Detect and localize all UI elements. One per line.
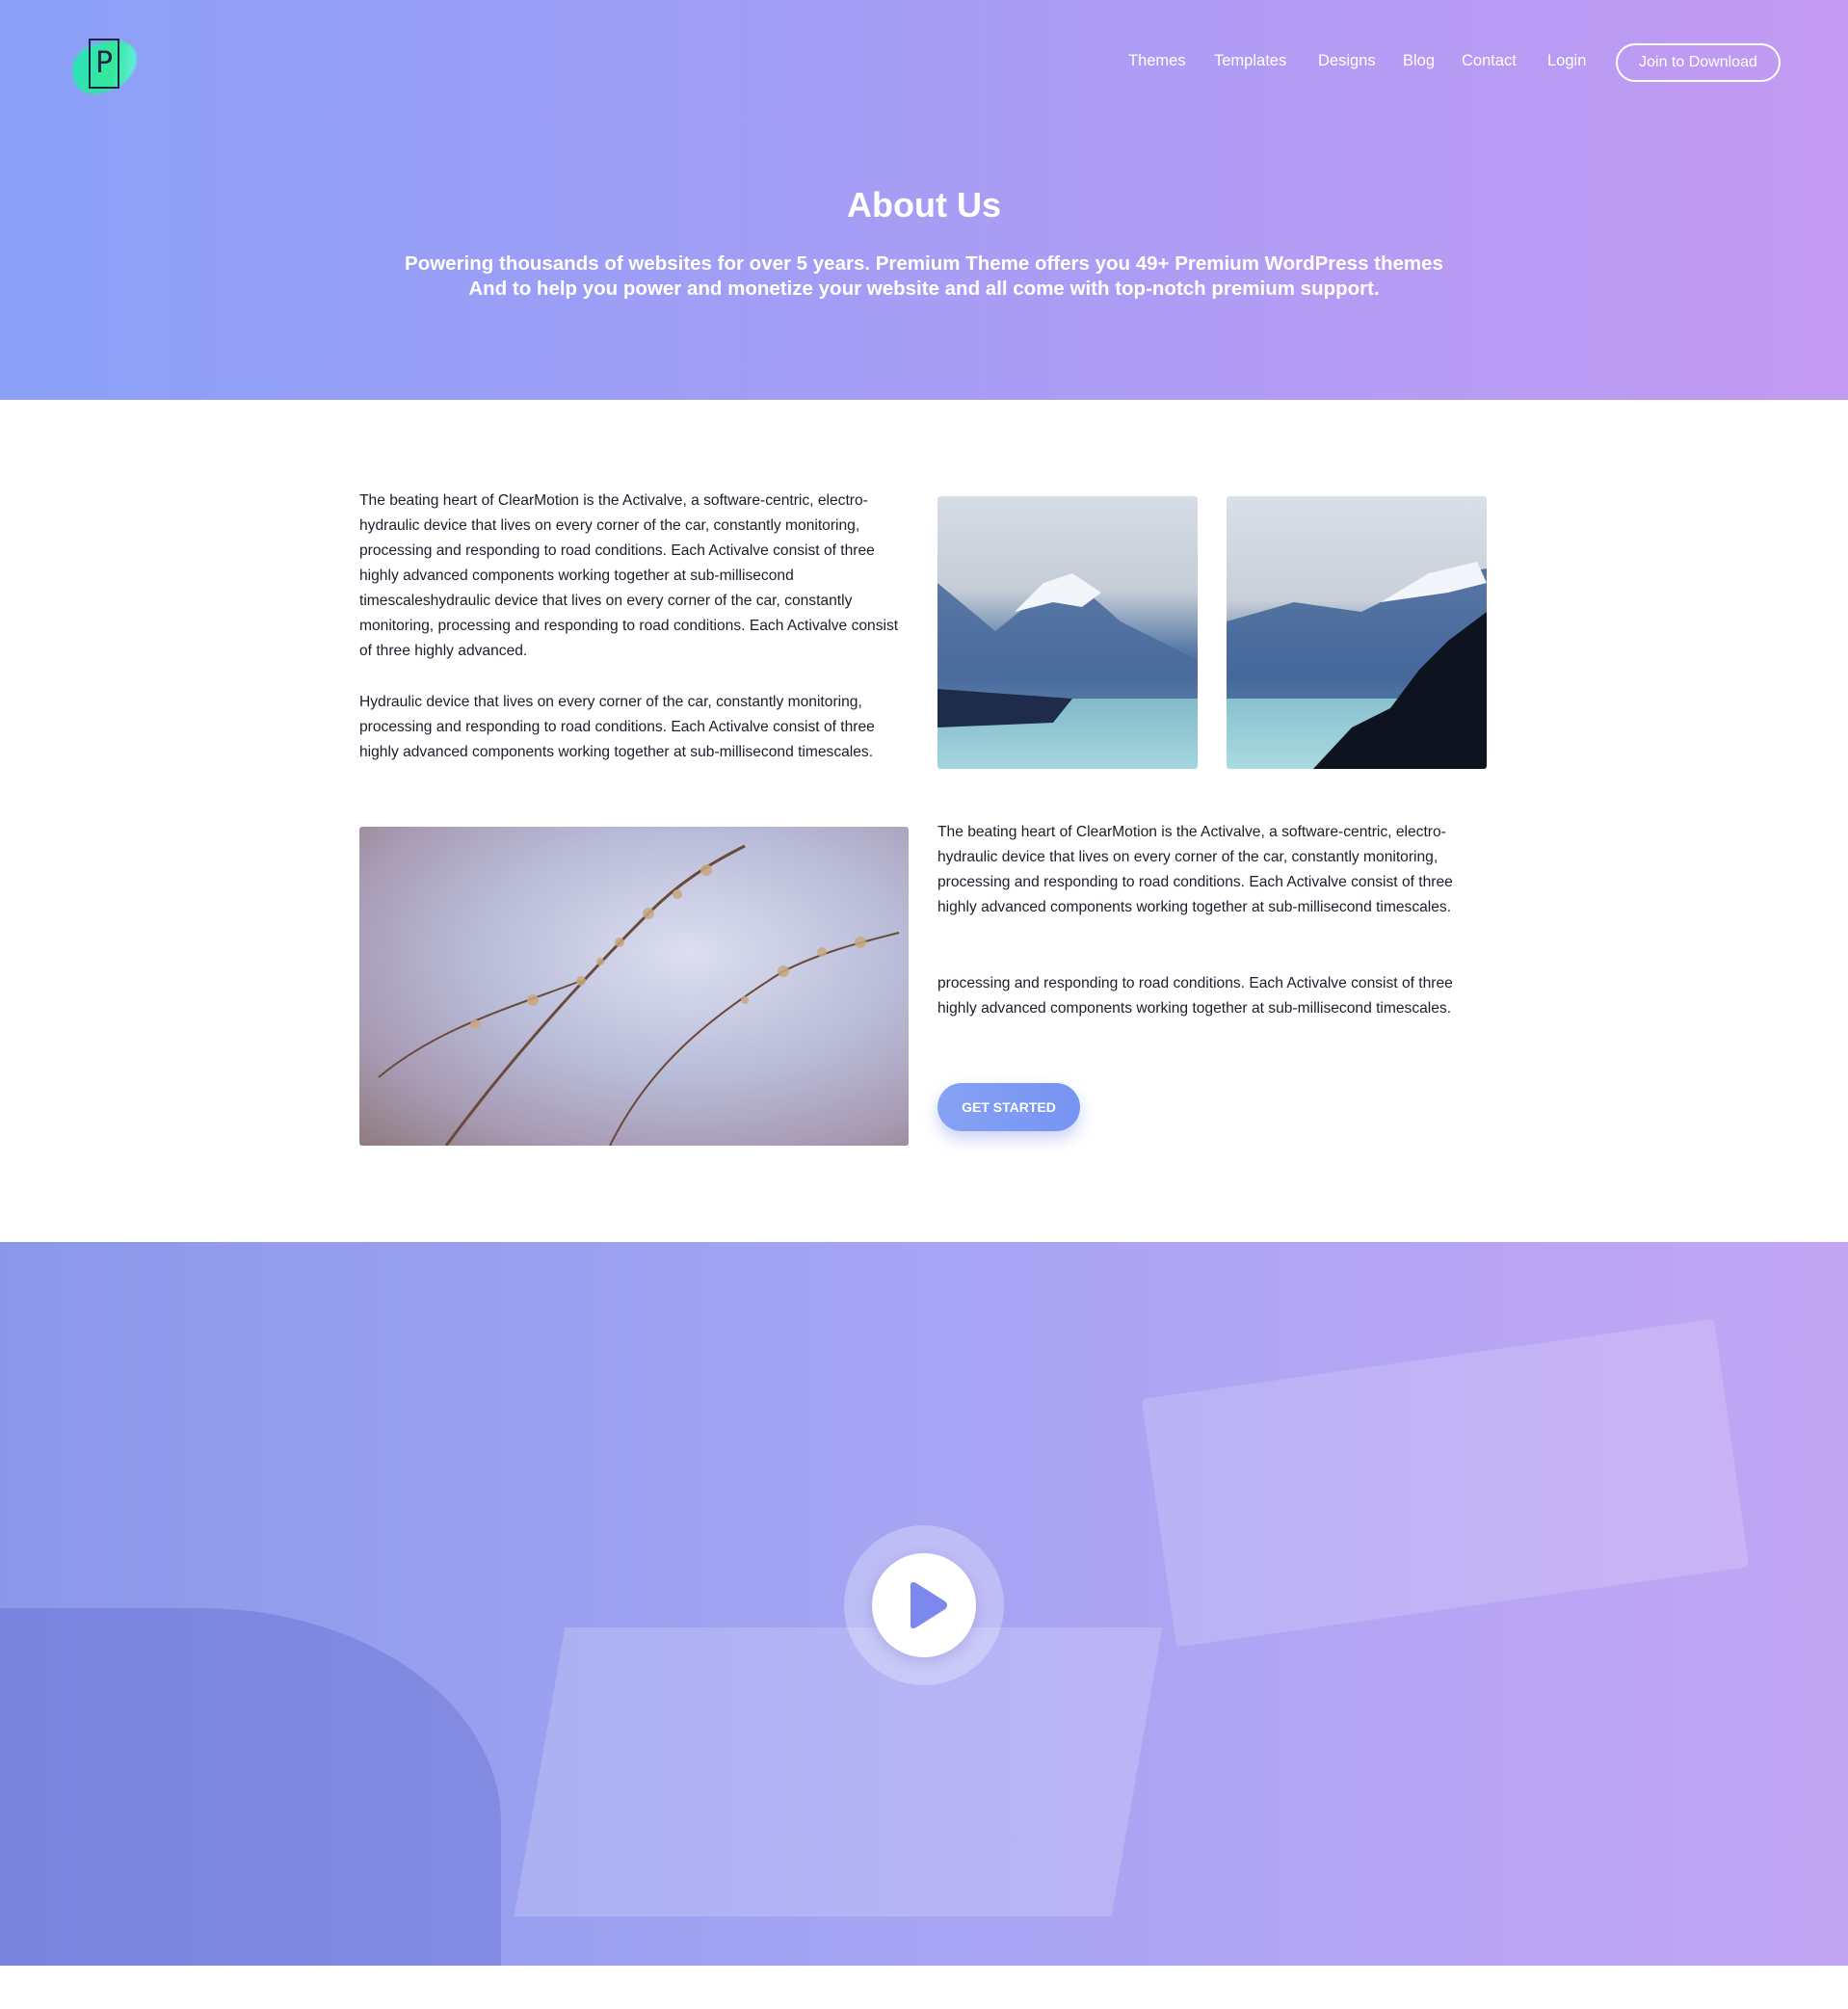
mountain-lake-image-1: [937, 496, 1198, 769]
mountain-lake-image-2: [1227, 496, 1487, 769]
nav-templates[interactable]: Templates: [1214, 52, 1286, 70]
nav-contact[interactable]: Contact: [1462, 52, 1517, 70]
nav-designs[interactable]: Designs: [1318, 52, 1376, 70]
intro-paragraph-1: The beating heart of ClearMotion is the …: [359, 492, 899, 659]
nav-login[interactable]: Login: [1547, 52, 1586, 70]
nav-themes[interactable]: Themes: [1128, 52, 1186, 70]
detail-paragraph-1: The beating heart of ClearMotion is the …: [937, 824, 1453, 915]
play-button[interactable]: [872, 1553, 976, 1657]
hero-subtitle-line2: And to help you power and monetize your …: [468, 278, 1380, 300]
play-icon: [911, 1582, 947, 1628]
detail-paragraph-2: processing and responding to road condit…: [937, 975, 1453, 1017]
join-to-download-button[interactable]: Join to Download: [1616, 43, 1781, 82]
get-started-button[interactable]: GET STARTED: [937, 1083, 1080, 1131]
dried-flowers-image: [359, 827, 909, 1146]
hero-banner: P Themes Templates Designs Blog Contact …: [0, 0, 1848, 400]
page-title: About Us: [847, 185, 1001, 225]
nav-blog[interactable]: Blog: [1403, 52, 1435, 70]
site-logo[interactable]: P: [65, 31, 145, 102]
video-bg-shape-desk: [1141, 1318, 1750, 1648]
logo-letter: P: [89, 39, 119, 89]
hero-subtitle: Powering thousands of websites for over …: [366, 251, 1482, 302]
intro-paragraph-2: Hydraulic device that lives on every cor…: [359, 694, 875, 760]
hero-subtitle-line1: Powering thousands of websites for over …: [405, 252, 1443, 275]
video-bg-shape-paper: [514, 1627, 1163, 1916]
video-bg-shape-person: [0, 1608, 501, 1966]
